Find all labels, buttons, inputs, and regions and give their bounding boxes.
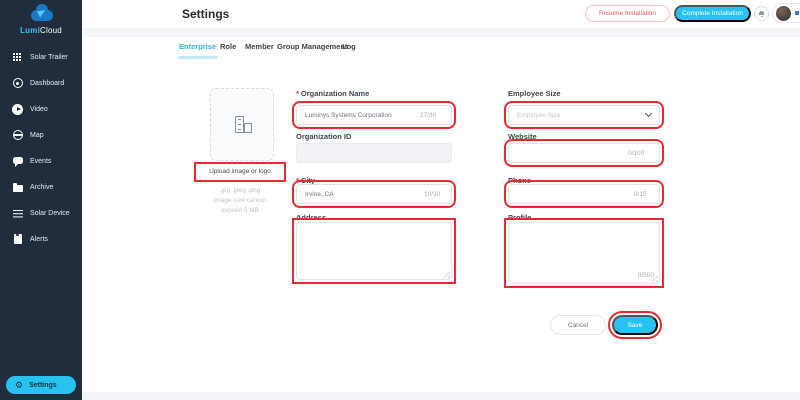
user-name-redacted [795,11,800,15]
sidebar-item-archive[interactable]: Archive [0,174,82,200]
user-menu[interactable] [772,3,800,23]
sidebar-item-map[interactable]: Map [0,122,82,148]
organization-id-label: Organization ID [296,132,351,141]
phone-counter: 0/15 [634,191,647,198]
divider-strip-bottom [82,392,800,400]
top-bar: Settings Resume Installation Complete In… [82,0,800,28]
organization-name-label: *Organization Name [296,89,369,98]
sidebar-nav: Solar Trailer Dashboard Video Map Events… [0,44,82,252]
sidebar-item-events[interactable]: Events [0,148,82,174]
sidebar-item-video[interactable]: Video [0,96,82,122]
profile-field-wrap: 0/500 [508,222,660,284]
page-title: Settings [182,7,229,21]
employee-size-select[interactable]: Employee Size [508,105,660,125]
tab-enterprise[interactable]: Enterprise [179,42,216,51]
profile-label: Profile [508,213,531,222]
save-button[interactable]: Save [612,315,658,335]
app-logo: LumiCloud [0,0,82,40]
sidebar: LumiCloud Solar Trailer Dashboard Video … [0,0,82,400]
organization-id-input [296,143,452,163]
bell-glyph [759,11,764,16]
website-label: Website [508,132,537,141]
website-counter: 0/100 [628,150,644,157]
tab-group-management[interactable]: Group Management [277,42,347,51]
sidebar-item-settings[interactable]: ⚙ Settings [6,376,76,394]
upload-hint-size-2: exceed 5 MB [197,207,283,214]
upload-image-button[interactable]: Upload image or logo [197,165,283,179]
tab-log[interactable]: Log [342,42,356,51]
plane-icon [37,8,47,18]
cloud-logo-icon [31,10,53,21]
city-counter: 10/30 [424,191,440,198]
building-icon-small [244,123,252,133]
tab-role[interactable]: Role [220,42,236,51]
address-label: Address [296,213,326,222]
logo-upload-dropzone[interactable] [210,88,274,161]
complete-installation-button[interactable]: Complete Installation [674,5,751,22]
avatar [776,6,791,21]
grid-icon [12,52,23,63]
employee-size-placeholder: Employee Size [517,112,646,119]
building-icon [235,116,244,133]
upload-hint-size-1: image size cannot [197,197,283,204]
chevron-down-icon [645,110,652,117]
settings-page: LumiCloud Solar Trailer Dashboard Video … [0,0,800,400]
employee-size-label: Employee Size [508,89,561,98]
sidebar-item-solar-device[interactable]: Solar Device [0,200,82,226]
address-field-wrap [296,222,452,280]
upload-hint-formats: .jpg .jpeg .png [197,187,283,194]
profile-counter: 0/500 [638,272,654,279]
video-icon [12,104,23,115]
sidebar-item-dashboard[interactable]: Dashboard [0,70,82,96]
clipboard-icon [12,234,23,245]
brand-name: LumiCloud [0,26,82,35]
cancel-button[interactable]: Cancel [550,315,606,335]
folder-icon [12,182,23,193]
resume-installation-button[interactable]: Resume Installation [585,5,670,22]
chat-icon [12,156,23,167]
gauge-icon [12,78,23,89]
tab-member[interactable]: Member [245,42,274,51]
list-icon [12,208,23,219]
globe-icon [12,130,23,141]
organization-name-counter: 27/30 [420,112,436,119]
divider-strip [82,28,800,37]
notification-bell-icon[interactable] [754,6,769,21]
address-textarea[interactable] [296,222,452,280]
sidebar-item-alerts[interactable]: Alerts [0,226,82,252]
settings-tabs: Enterprise Role Member Group Management … [82,37,800,60]
sidebar-item-solar-trailer[interactable]: Solar Trailer [0,44,82,70]
active-tab-underline [178,56,218,59]
gear-icon: ⚙ [15,381,23,390]
